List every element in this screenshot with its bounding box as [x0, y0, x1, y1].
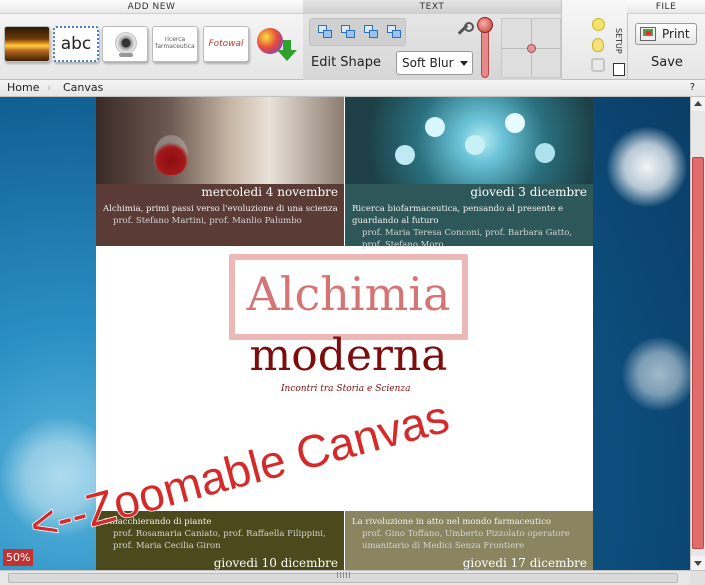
zoom-level-badge: 50%: [3, 549, 34, 566]
webcam-stand: [119, 53, 133, 57]
grip-icon: [337, 572, 351, 578]
horizontal-scrollbar[interactable]: [0, 570, 705, 585]
text-icon: abc: [60, 34, 92, 54]
download-icon: [277, 40, 297, 62]
scroll-up-button[interactable]: [691, 97, 705, 111]
add-document-button[interactable]: ricerca farmaceutica: [152, 26, 198, 62]
vertical-scroll-thumb[interactable]: [692, 157, 704, 549]
file-title: FILE: [627, 0, 705, 14]
arrange-buttons: [309, 18, 406, 46]
fotowall-icon: Fotowal: [208, 39, 244, 49]
setup-checkbox[interactable]: [613, 63, 625, 76]
annotation-text: Zoomable Canvas: [80, 390, 454, 537]
group-divider: [561, 0, 562, 80]
perspective-pad[interactable]: [501, 18, 561, 78]
add-new-title: ADD NEW: [0, 0, 303, 14]
download-content-button[interactable]: [253, 26, 299, 62]
breadcrumb-home[interactable]: Home: [7, 80, 39, 96]
chevron-right-icon: ›: [47, 81, 52, 94]
print-button[interactable]: Print: [635, 23, 697, 45]
lower-icon[interactable]: [364, 25, 379, 39]
edit-shape-button[interactable]: Edit Shape: [311, 55, 381, 70]
file-group: FILE Print Save: [627, 0, 705, 80]
opacity-slider-handle[interactable]: [477, 17, 493, 33]
breadcrumb-canvas[interactable]: Canvas: [63, 80, 103, 96]
scroll-down-button[interactable]: [691, 556, 705, 570]
lightbulb-icon[interactable]: [592, 38, 604, 52]
blur-select[interactable]: Soft Blur: [396, 51, 473, 75]
vertical-scrollbar[interactable]: [690, 97, 705, 570]
smiley-icon[interactable]: [592, 18, 605, 31]
toolbar: ADD NEW abc ricerca farmaceutica Fotowal…: [0, 0, 705, 80]
add-webcam-button[interactable]: [102, 26, 148, 62]
scrollbar-corner: [690, 571, 705, 585]
add-new-group: ADD NEW abc ricerca farmaceutica Fotowal: [0, 0, 303, 80]
webcam-icon: [115, 32, 137, 54]
pad-handle[interactable]: [527, 44, 536, 53]
chevron-down-icon: [460, 61, 468, 66]
print-label: Print: [662, 27, 690, 41]
recycle-icon[interactable]: [591, 58, 605, 72]
breadcrumb: Home › Canvas ?: [0, 80, 705, 97]
setup-group: SETUP: [583, 0, 627, 80]
send-to-back-icon[interactable]: [387, 25, 402, 39]
blur-select-value: Soft Blur: [402, 56, 454, 70]
text-title: TEXT: [303, 0, 561, 14]
text-group: TEXT Edit Shape Soft Blur: [303, 0, 561, 80]
canvas-workspace[interactable]: mercoledi 4 novembre Alchimia, primi pas…: [0, 97, 690, 570]
annotation-overlay: <-- Zoomable Canvas: [23, 389, 455, 552]
save-button[interactable]: Save: [651, 55, 683, 70]
bring-to-front-icon[interactable]: [318, 25, 333, 39]
help-button[interactable]: ?: [690, 80, 695, 96]
setup-label: SETUP: [614, 28, 623, 54]
add-fotowall-button[interactable]: Fotowal: [203, 26, 249, 62]
document-icon: ricerca farmaceutica: [155, 36, 195, 50]
raise-icon[interactable]: [341, 25, 356, 39]
add-text-button[interactable]: abc: [53, 26, 99, 62]
wrench-icon[interactable]: [454, 22, 474, 38]
add-image-button[interactable]: [4, 26, 50, 62]
printer-icon: [640, 27, 656, 41]
